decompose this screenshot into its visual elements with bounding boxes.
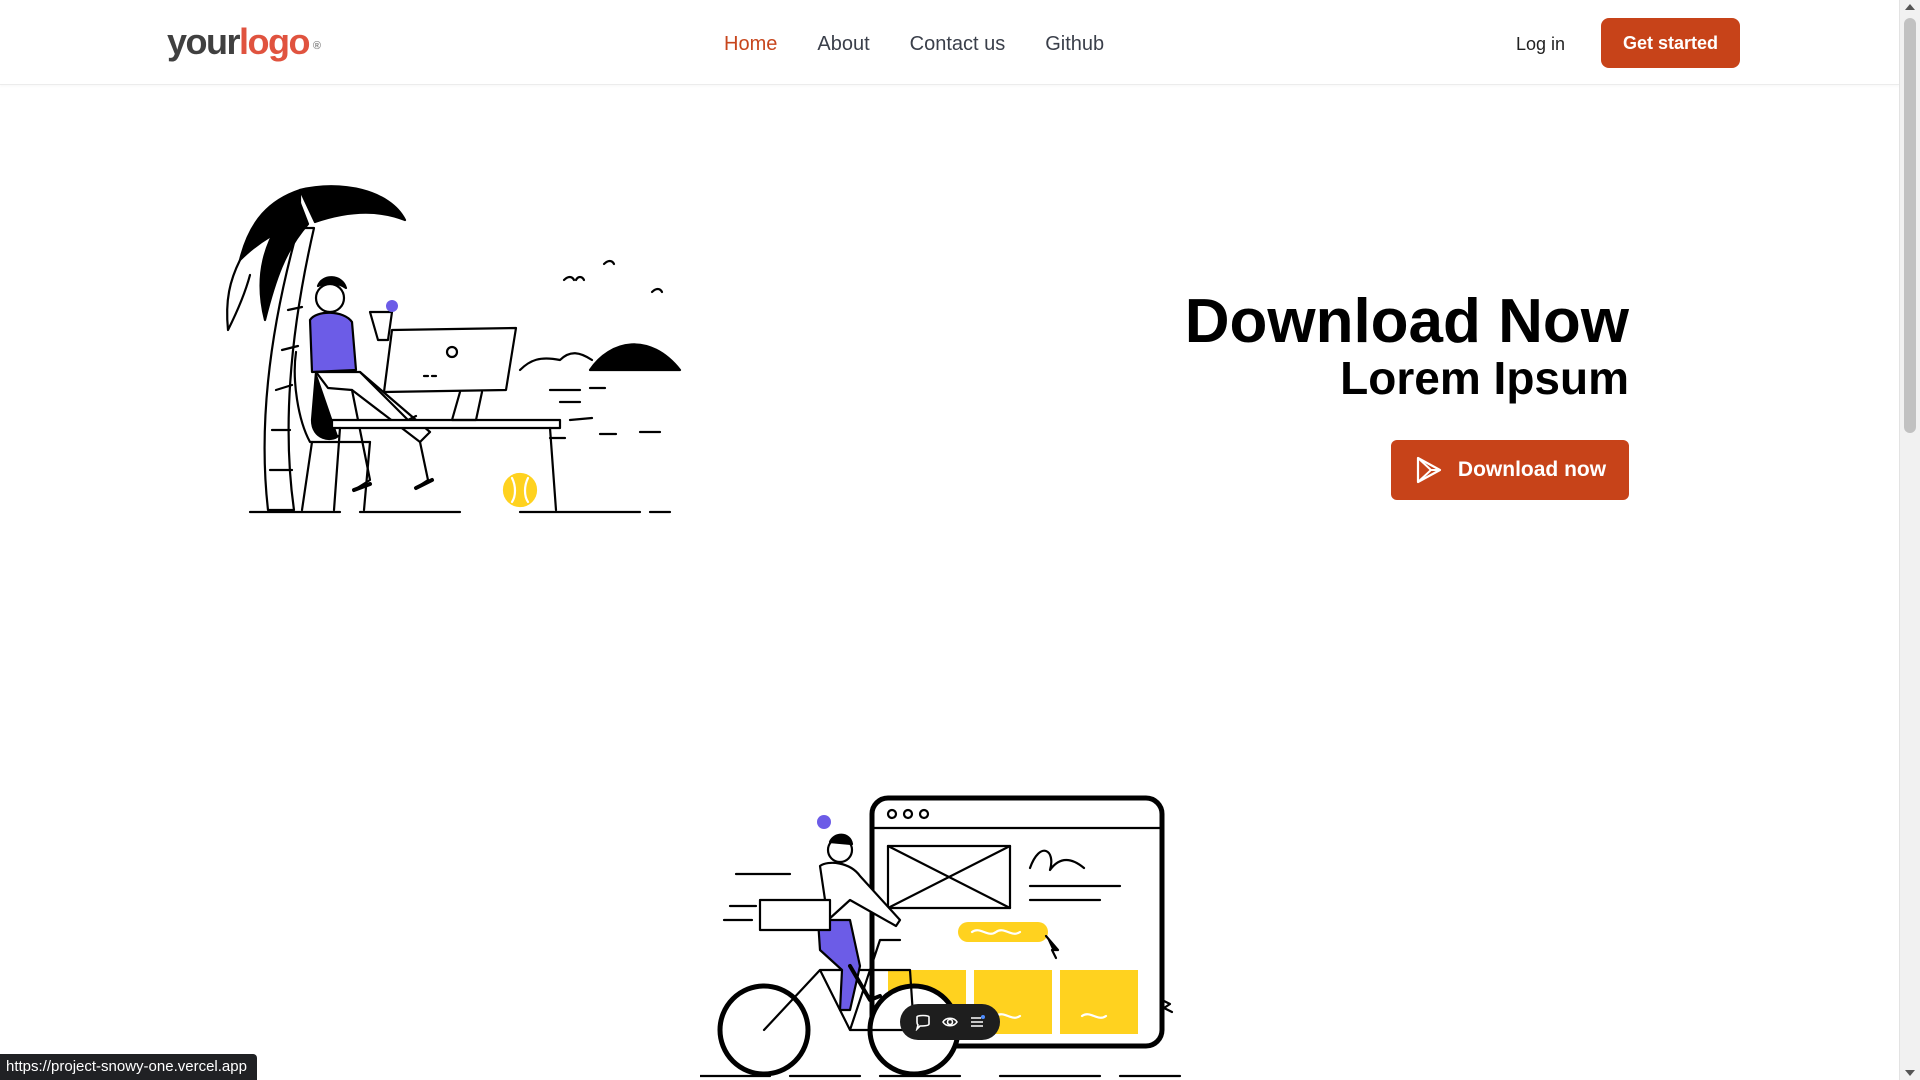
download-now-button[interactable]: Download now (1391, 440, 1629, 500)
hero-title: Download Now (1184, 287, 1629, 356)
scroll-down-arrow-icon[interactable] (1905, 1070, 1915, 1076)
site-header: yourlogo ® Home About Contact us Github L… (0, 0, 1899, 85)
menu-icon[interactable] (968, 1013, 986, 1031)
get-started-button[interactable]: Get started (1601, 18, 1740, 68)
hero-subtitle: Lorem Ipsum (1340, 352, 1629, 404)
logo-word-your: your (167, 21, 241, 62)
scroll-thumb[interactable] (1904, 18, 1916, 433)
hero-illustration (226, 185, 682, 514)
nav-contact-us[interactable]: Contact us (910, 31, 1006, 57)
logo[interactable]: yourlogo ® (167, 20, 321, 64)
nav-home[interactable]: Home (724, 31, 777, 57)
main-nav: Home About Contact us Github (724, 31, 1104, 57)
logo-registered-mark: ® (312, 40, 321, 52)
floating-toolbar (900, 1004, 1000, 1040)
scroll-up-arrow-icon[interactable] (1905, 4, 1915, 10)
login-link[interactable]: Log in (1516, 32, 1565, 56)
eye-icon[interactable] (941, 1013, 959, 1031)
play-store-icon (1416, 456, 1442, 484)
logo-word-logo: logo (239, 21, 310, 62)
comment-icon[interactable] (914, 1013, 932, 1031)
page-scrollbar[interactable] (1899, 0, 1920, 1080)
status-bar-url: https://project-snowy-one.vercel.app (0, 1054, 257, 1080)
download-now-label: Download now (1457, 458, 1607, 481)
nav-about[interactable]: About (817, 31, 869, 57)
nav-github[interactable]: Github (1045, 31, 1104, 57)
